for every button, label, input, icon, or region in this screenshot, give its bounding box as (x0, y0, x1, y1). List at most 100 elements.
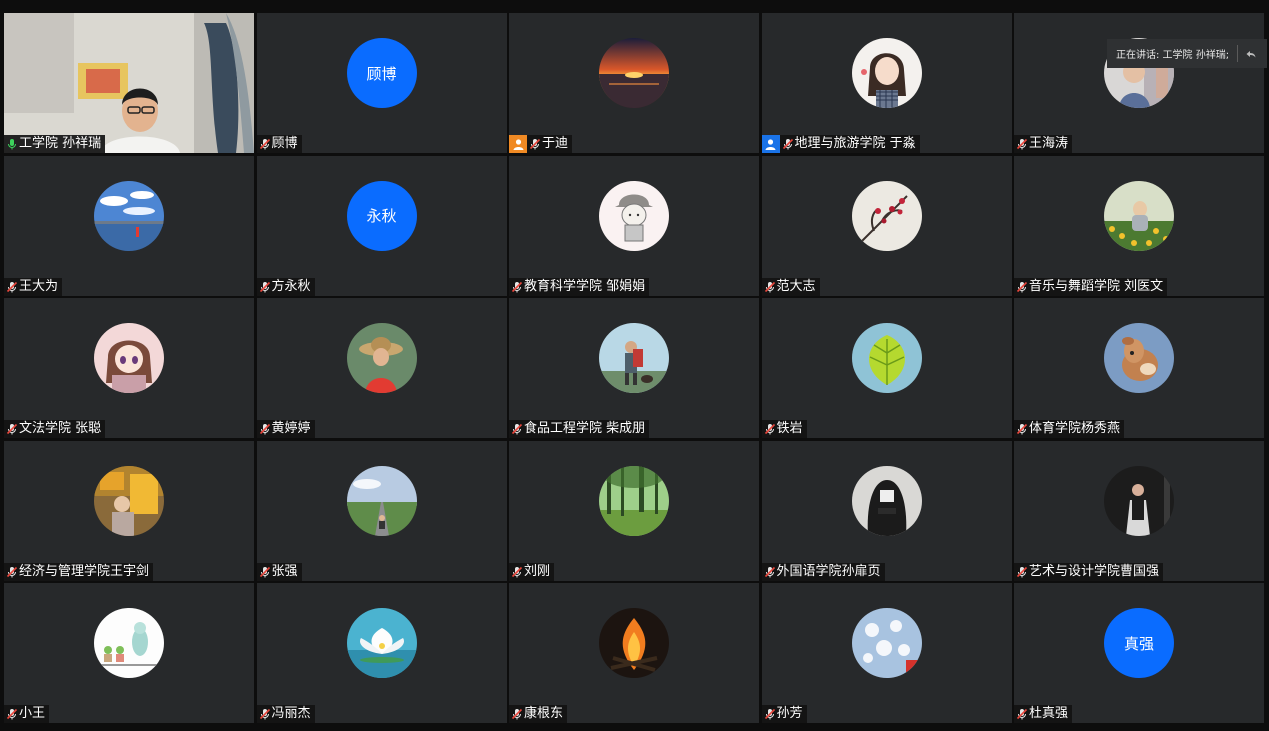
collapse-arrow-icon[interactable] (1240, 43, 1262, 65)
participant-tile[interactable]: 小王 (4, 583, 254, 723)
participant-tile[interactable]: 地理与旅游学院 于淼 (761, 13, 1012, 153)
microphone-muted-icon (763, 280, 777, 294)
microphone-muted-icon (258, 422, 272, 436)
participant-tile[interactable]: 于迪 (509, 13, 759, 153)
microphone-muted-icon (528, 137, 542, 151)
participant-avatar (851, 180, 922, 251)
speaking-indicator: 正在讲话: 工学院 孙祥瑞; (1107, 39, 1267, 68)
participant-avatar (346, 608, 417, 678)
microphone-muted-icon (258, 707, 272, 721)
participant-name: 张强 (271, 563, 298, 579)
divider (1237, 45, 1239, 62)
name-label-bar: 小王 (4, 705, 50, 723)
participant-name: 杜真强 (1029, 706, 1069, 721)
name-label-bar: 于迪 (509, 135, 573, 153)
participant-video (4, 13, 254, 153)
participant-avatar (599, 180, 669, 251)
participant-avatar: 真强 (1104, 608, 1174, 678)
name-label-bar: 黄婷婷 (256, 420, 315, 438)
participant-name: 黄婷婷 (271, 421, 311, 436)
participant-tile[interactable]: 王大为 (4, 155, 254, 296)
participant-tile[interactable]: 艺术与设计学院曹国强 (1014, 440, 1264, 581)
participant-name: 康根东 (524, 706, 564, 721)
microphone-muted-icon (258, 280, 272, 294)
speaking-indicator-label: 正在讲话: 工学院 孙祥瑞; (1116, 50, 1230, 61)
microphone-muted-icon (763, 422, 777, 436)
participant-tile[interactable]: 孙芳 (761, 583, 1012, 723)
microphone-muted-icon (781, 137, 795, 151)
participant-tile[interactable]: 顾博 顾博 (256, 13, 507, 153)
name-label-bar: 食品工程学院 柴成朋 (509, 420, 650, 438)
participant-avatar (346, 465, 417, 536)
participant-tile[interactable]: 张强 (256, 440, 507, 581)
participant-tile[interactable]: 经济与管理学院王宇剑 (4, 440, 254, 581)
participant-avatar (599, 465, 669, 536)
microphone-muted-icon (510, 707, 524, 721)
participant-tile[interactable]: 文法学院 张聪 (4, 298, 254, 438)
avatar-initials: 永秋 (346, 180, 417, 251)
microphone-muted-icon (1015, 280, 1029, 294)
participant-tile[interactable]: 范大志 (761, 155, 1012, 296)
participant-tile[interactable]: 铁岩 (761, 298, 1012, 438)
name-label-bar: 张强 (256, 562, 302, 581)
name-label-bar: 王大为 (4, 277, 63, 296)
participant-grid: 工学院 孙祥瑞 顾博 顾博 于迪 地理与旅游学院 于淼 王海涛 王大为 永秋 方永秋 教育科学学院… (4, 13, 1264, 723)
participant-avatar (851, 38, 922, 108)
microphone-muted-icon (5, 565, 19, 579)
participant-tile[interactable]: 教育科学学院 邹娟娟 (509, 155, 759, 296)
name-label-bar: 教育科学学院 邹娟娟 (509, 277, 650, 296)
microphone-muted-icon (510, 422, 524, 436)
participant-avatar (599, 608, 669, 678)
participant-avatar (94, 323, 164, 393)
name-label-bar: 康根东 (509, 705, 568, 723)
microphone-muted-icon (763, 707, 777, 721)
participant-tile[interactable]: 外国语学院孙扉页 (761, 440, 1012, 581)
participant-name: 刘刚 (524, 563, 551, 579)
participant-name: 顾博 (271, 136, 298, 151)
participant-tile[interactable]: 王海涛 (1014, 13, 1264, 153)
participant-name: 文法学院 张聪 (19, 421, 102, 436)
name-label-bar: 音乐与舞蹈学院 刘医文 (1014, 277, 1168, 296)
microphone-muted-icon (1015, 422, 1029, 436)
name-label-bar: 艺术与设计学院曹国强 (1014, 562, 1164, 581)
name-label-bar: 杜真强 (1014, 705, 1073, 723)
participant-tile[interactable]: 冯丽杰 (256, 583, 507, 723)
participant-tile[interactable]: 音乐与舞蹈学院 刘医文 (1014, 155, 1264, 296)
participant-tile[interactable]: 刘刚 (509, 440, 759, 581)
name-label-bar: 工学院 孙祥瑞 (4, 135, 106, 153)
participant-name: 孙芳 (776, 706, 803, 721)
participant-name: 教育科学学院 邹娟娟 (524, 278, 646, 294)
microphone-muted-icon (763, 565, 777, 579)
name-label-bar: 经济与管理学院王宇剑 (4, 562, 154, 581)
participant-tile[interactable]: 康根东 (509, 583, 759, 723)
name-label-bar: 外国语学院孙扉页 (761, 562, 885, 581)
microphone-muted-icon (1015, 137, 1029, 151)
microphone-muted-icon (1015, 707, 1029, 721)
microphone-muted-icon (510, 280, 524, 294)
participant-tile[interactable]: 食品工程学院 柴成朋 (509, 298, 759, 438)
name-label-bar: 王海涛 (1014, 135, 1073, 153)
participant-avatar (599, 323, 669, 393)
name-label-bar: 方永秋 (256, 277, 315, 296)
name-label-bar: 冯丽杰 (256, 705, 315, 723)
name-label-bar: 范大志 (761, 277, 820, 296)
participant-tile[interactable]: 工学院 孙祥瑞 (4, 13, 254, 153)
participant-tile[interactable]: 真强杜真强 (1014, 583, 1264, 723)
participant-avatar (599, 38, 669, 108)
name-label-bar: 体育学院杨秀燕 (1014, 420, 1125, 438)
participant-tile[interactable]: 黄婷婷 (256, 298, 507, 438)
host-badge-icon (509, 135, 527, 153)
participant-name: 食品工程学院 柴成朋 (524, 421, 646, 436)
participant-avatar: 顾博 (346, 38, 417, 108)
participant-tile[interactable]: 永秋方永秋 (256, 155, 507, 296)
participant-name: 外国语学院孙扉页 (776, 563, 881, 579)
participant-name: 艺术与设计学院曹国强 (1029, 563, 1160, 579)
participant-avatar (346, 323, 417, 393)
participant-name: 铁岩 (776, 421, 803, 436)
participant-avatar (1104, 180, 1174, 251)
participant-avatar (1104, 323, 1174, 393)
participant-name: 王大为 (19, 278, 59, 294)
participant-tile[interactable]: 体育学院杨秀燕 (1014, 298, 1264, 438)
participant-name: 体育学院杨秀燕 (1029, 421, 1121, 436)
participant-name: 冯丽杰 (271, 706, 311, 721)
